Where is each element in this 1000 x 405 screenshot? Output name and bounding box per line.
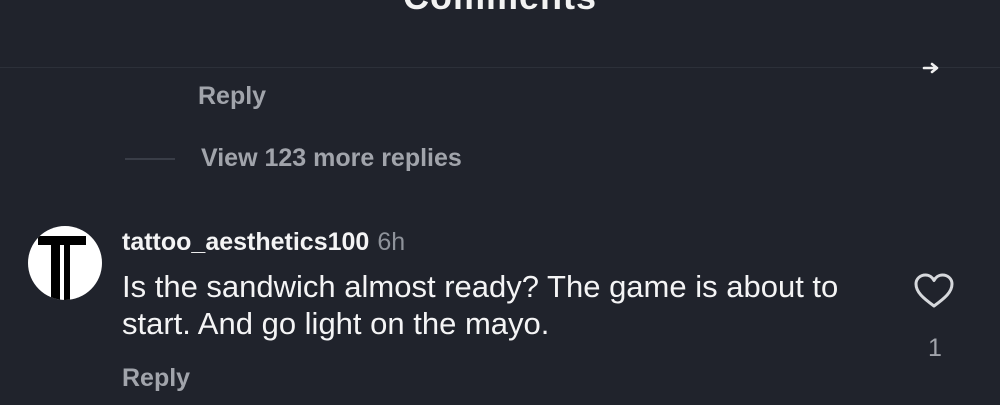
comment-meta: tattoo_aesthetics100 6h: [122, 228, 405, 257]
avatar[interactable]: [28, 226, 102, 300]
reply-arrow-icon[interactable]: [922, 60, 942, 78]
avatar-logo: [38, 236, 86, 300]
heart-outline-icon[interactable]: [913, 272, 955, 310]
reply-button-previous[interactable]: Reply: [198, 82, 266, 111]
like-count: 1: [928, 334, 942, 362]
reply-button[interactable]: Reply: [122, 364, 190, 393]
header-divider: [0, 67, 1000, 68]
comments-sheet: Comments Reply View 123 more replies tat…: [0, 0, 1000, 405]
view-more-line: [125, 157, 175, 160]
comments-header-title: Comments: [0, 0, 1000, 18]
view-more-replies-label: View 123 more replies: [201, 144, 462, 172]
view-more-replies-button[interactable]: View 123 more replies: [125, 144, 462, 173]
comment-text: Is the sandwich almost ready? The game i…: [122, 269, 839, 341]
comment-timestamp: 6h: [377, 228, 406, 256]
comment-username[interactable]: tattoo_aesthetics100: [122, 228, 369, 257]
